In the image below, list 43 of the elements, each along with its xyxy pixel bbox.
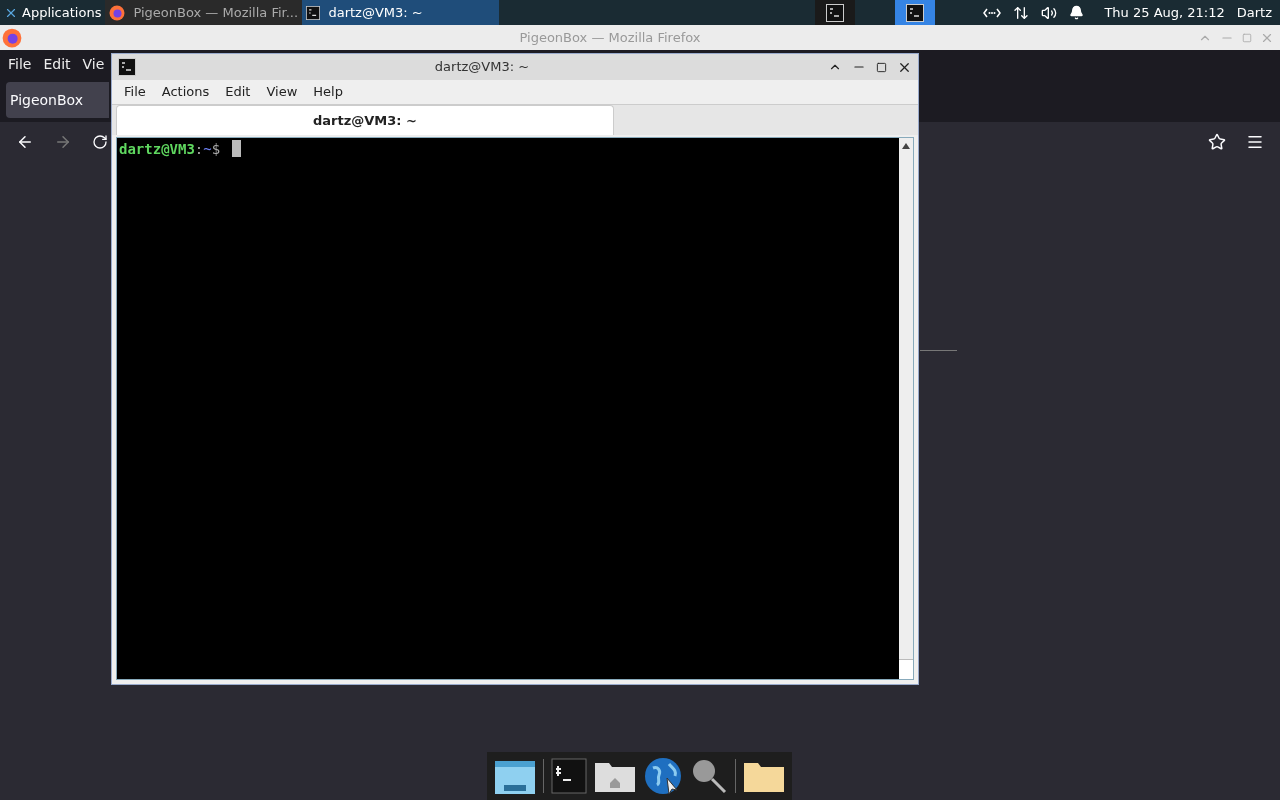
menu-item[interactable]: File — [116, 82, 154, 102]
taskbar-window-button[interactable]: PigeonBox — Mozilla Fir... — [105, 0, 303, 25]
window-title: PigeonBox — Mozilla Firefox — [518, 28, 702, 47]
menu-item[interactable]: Edit — [217, 82, 259, 102]
terminal-icon — [906, 3, 925, 22]
notification-icon[interactable] — [1069, 5, 1085, 20]
workspace-button[interactable] — [815, 0, 856, 25]
forward-icon[interactable] — [54, 133, 72, 151]
menu-item[interactable]: File — [8, 53, 32, 75]
clock[interactable]: Thu 25 Aug, 21:12 — [1104, 2, 1225, 23]
window-title: dartz@VM3: ~ — [433, 58, 531, 77]
applications-menu[interactable]: Applications — [0, 0, 106, 25]
workspace-button[interactable] — [895, 0, 936, 25]
menu-item[interactable]: Edit — [43, 53, 71, 75]
prompt-path: ~ — [203, 140, 212, 158]
menu-item[interactable]: View — [258, 82, 306, 102]
prompt-separator: : — [194, 140, 204, 158]
scroll-up-icon[interactable] — [901, 142, 911, 150]
terminal-icon — [118, 58, 136, 76]
menu-item[interactable]: Help — [305, 82, 351, 102]
back-icon[interactable] — [16, 133, 34, 151]
browser-tab[interactable]: PigeonBox — [6, 82, 109, 118]
terminal-icon — [306, 5, 321, 20]
user-name[interactable]: Dartz — [1236, 2, 1272, 23]
prompt-symbol: $ — [211, 140, 221, 158]
reload-icon[interactable] — [92, 134, 108, 150]
network-icon[interactable] — [983, 7, 1002, 18]
terminal-icon[interactable] — [551, 758, 588, 794]
scrollbar-thumb[interactable] — [899, 659, 913, 679]
browser-icon — [2, 27, 22, 48]
browser-icon — [109, 4, 126, 21]
menu-icon[interactable] — [1246, 133, 1264, 151]
volume-icon[interactable] — [1041, 4, 1058, 21]
maximize-icon[interactable] — [876, 61, 887, 73]
globe-icon[interactable] — [642, 756, 683, 796]
terminal-icon — [826, 3, 845, 22]
bookmark-star-icon[interactable] — [1208, 133, 1226, 151]
terminal-tab[interactable]: dartz@VM3: ~ — [116, 105, 614, 135]
taskbar-window-button[interactable]: dartz@VM3: ~ — [302, 0, 500, 25]
menu-item[interactable]: Vie — [82, 53, 105, 75]
prompt-user-host: dartz@VM3 — [119, 140, 195, 158]
menu-item[interactable]: Actions — [153, 82, 218, 102]
transfer-icon[interactable] — [1013, 4, 1030, 21]
